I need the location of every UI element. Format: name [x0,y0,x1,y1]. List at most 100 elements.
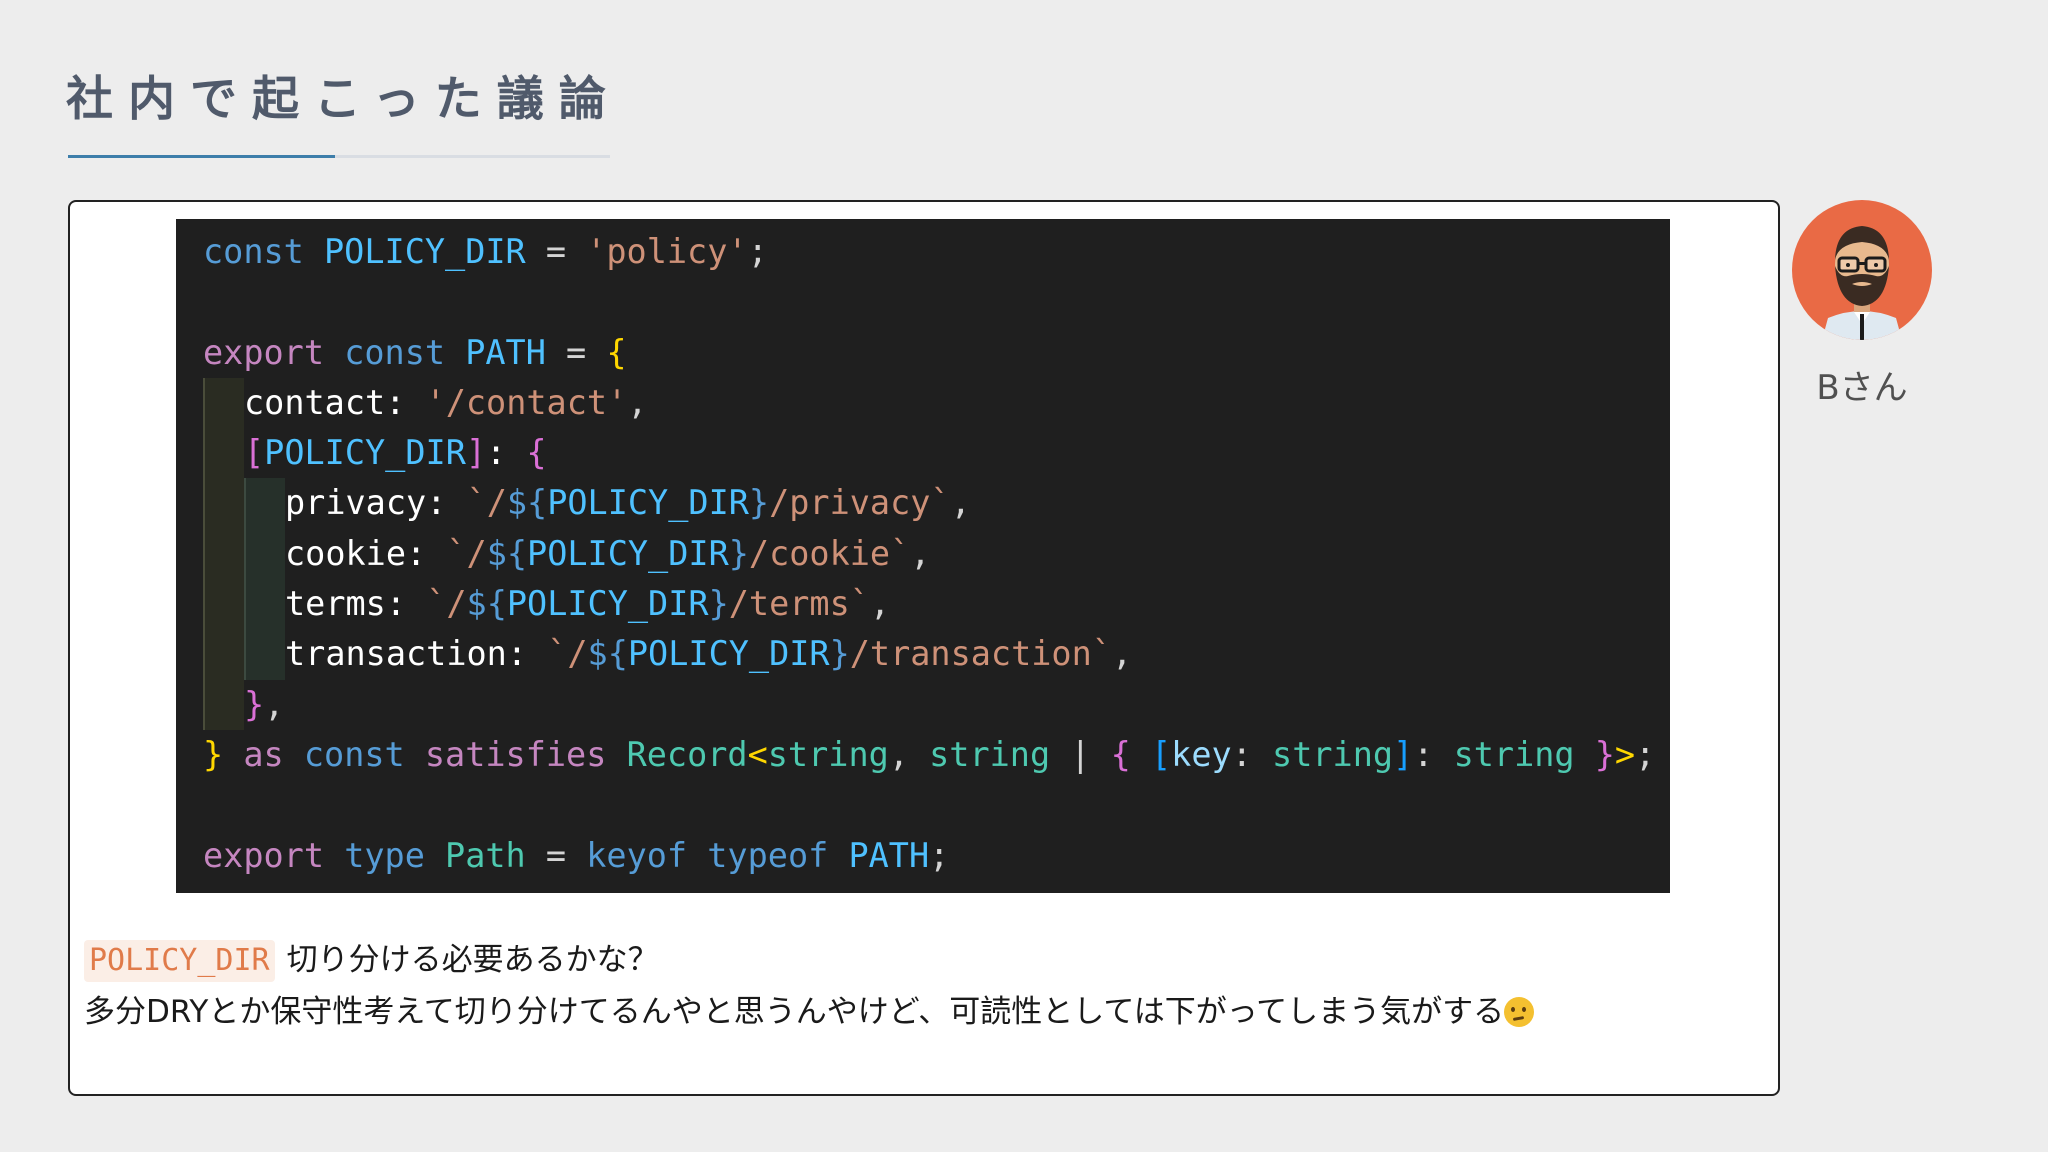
code-token: cookie [285,533,407,573]
code-token: terms [285,584,386,624]
code-token: , [910,533,931,573]
code-token: keyof [586,835,688,875]
comment-line-1-text: 切り分ける必要あるかな？ [286,942,659,978]
code-token: /terms` [728,584,870,624]
code-line: }, [203,679,1670,731]
code-token: `/ [466,483,507,523]
code-token: string [929,734,1051,774]
code-token: { [606,332,627,372]
code-token: privacy [285,483,427,523]
code-token: , [888,734,930,774]
indent-guide [203,428,244,479]
code-token: `/ [446,533,487,573]
code-token: = [545,332,607,372]
code-token: } [244,684,265,724]
code-token: POLICY_DIR [506,584,709,624]
code-token: [ [244,433,265,473]
indent-guide [203,528,244,580]
code-token: } [203,734,224,774]
code-token: | [1050,734,1111,774]
code-token: { [526,433,547,473]
code-token: = [525,232,587,271]
code-token: ${ [506,483,548,523]
code-token: [ [1151,734,1172,774]
code-token: < [747,734,768,774]
inline-code: POLICY_DIR [84,940,275,982]
bearded-man-avatar-icon [1822,226,1902,340]
code-token: ; [747,232,768,271]
code-token: : [385,584,427,624]
code-token: } [728,533,749,573]
code-token: 'policy' [586,232,748,271]
indent-guide [244,528,285,580]
code-token: `/ [426,584,467,624]
code-token: : [426,483,467,523]
code-line: const POLICY_DIR = 'policy'; [203,227,1670,277]
comment-line-2: 多分DRYとか保守性考えて切り分けてるんやと思うんやけど、可読性としては下がって… [84,986,1535,1038]
code-token: } [748,483,770,523]
code-token: PATH [465,332,546,372]
indent-guide [203,579,244,630]
code-token: : [486,433,527,473]
code-token: /privacy` [769,483,951,523]
code-token: string [1272,734,1394,774]
code-token: Path [445,835,526,875]
code-token: typeof [707,835,829,875]
code-token: satisfies [424,734,607,774]
code-token: ] [465,433,487,473]
code-token: /cookie` [748,533,911,573]
indent-guide [244,579,285,630]
code-line: privacy: `/${POLICY_DIR}/privacy`, [203,478,1670,530]
code-token: type [344,835,425,875]
code-token: ${ [466,584,507,624]
code-token: : [1413,734,1454,774]
code-token: POLICY_DIR [264,433,466,473]
code-token: transaction [285,634,507,674]
indent-guide [203,377,244,429]
slide-title: 社内で起こった議論 [66,72,621,127]
code-token: > [1614,734,1636,774]
comment-line-2-text: 多分DRYとか保守性考えて切り分けてるんやと思うんやけど、可読性としては下がって… [84,994,1505,1030]
code-token: POLICY_DIR [527,533,729,573]
code-token: Record [626,734,748,774]
comment-line-1: POLICY_DIR 切り分ける必要あるかな？ [84,934,1534,986]
code-token: } [829,634,850,674]
code-block: const POLICY_DIR = 'policy'; export const… [176,219,1670,893]
code-line: transaction: `/${POLICY_DIR}/transaction… [203,629,1670,680]
indent-guide [244,478,285,530]
comment-text: POLICY_DIR 切り分ける必要あるかな？ 多分DRYとか保守性考えて切り分け… [84,934,1535,1038]
code-token: POLICY_DIR [547,483,749,523]
code-line: terms: `/${POLICY_DIR}/terms`, [203,579,1670,630]
indent-guide [244,629,285,680]
code-line: [POLICY_DIR]: { [203,428,1670,479]
code-token: = [525,835,587,875]
code-token: ; [1635,734,1656,774]
code-token: , [869,584,891,624]
code-token: string [1453,734,1575,774]
code-line: contact: '/contact', [203,377,1670,429]
slide: 社内で起こった議論 const POLICY_DIR = 'policy'; ex… [0,0,2048,1152]
code-token: PATH [848,835,930,875]
code-token: ${ [486,533,528,573]
code-line: export const PATH = { [203,328,1670,378]
code-token: contact [244,382,386,422]
code-line: export type Path = keyof typeof PATH; [203,831,1670,881]
code-token: , [1111,634,1133,674]
code-token: string [767,734,889,774]
avatar [1792,200,1932,340]
code-token: ${ [587,634,628,674]
code-token: : [1231,734,1273,774]
